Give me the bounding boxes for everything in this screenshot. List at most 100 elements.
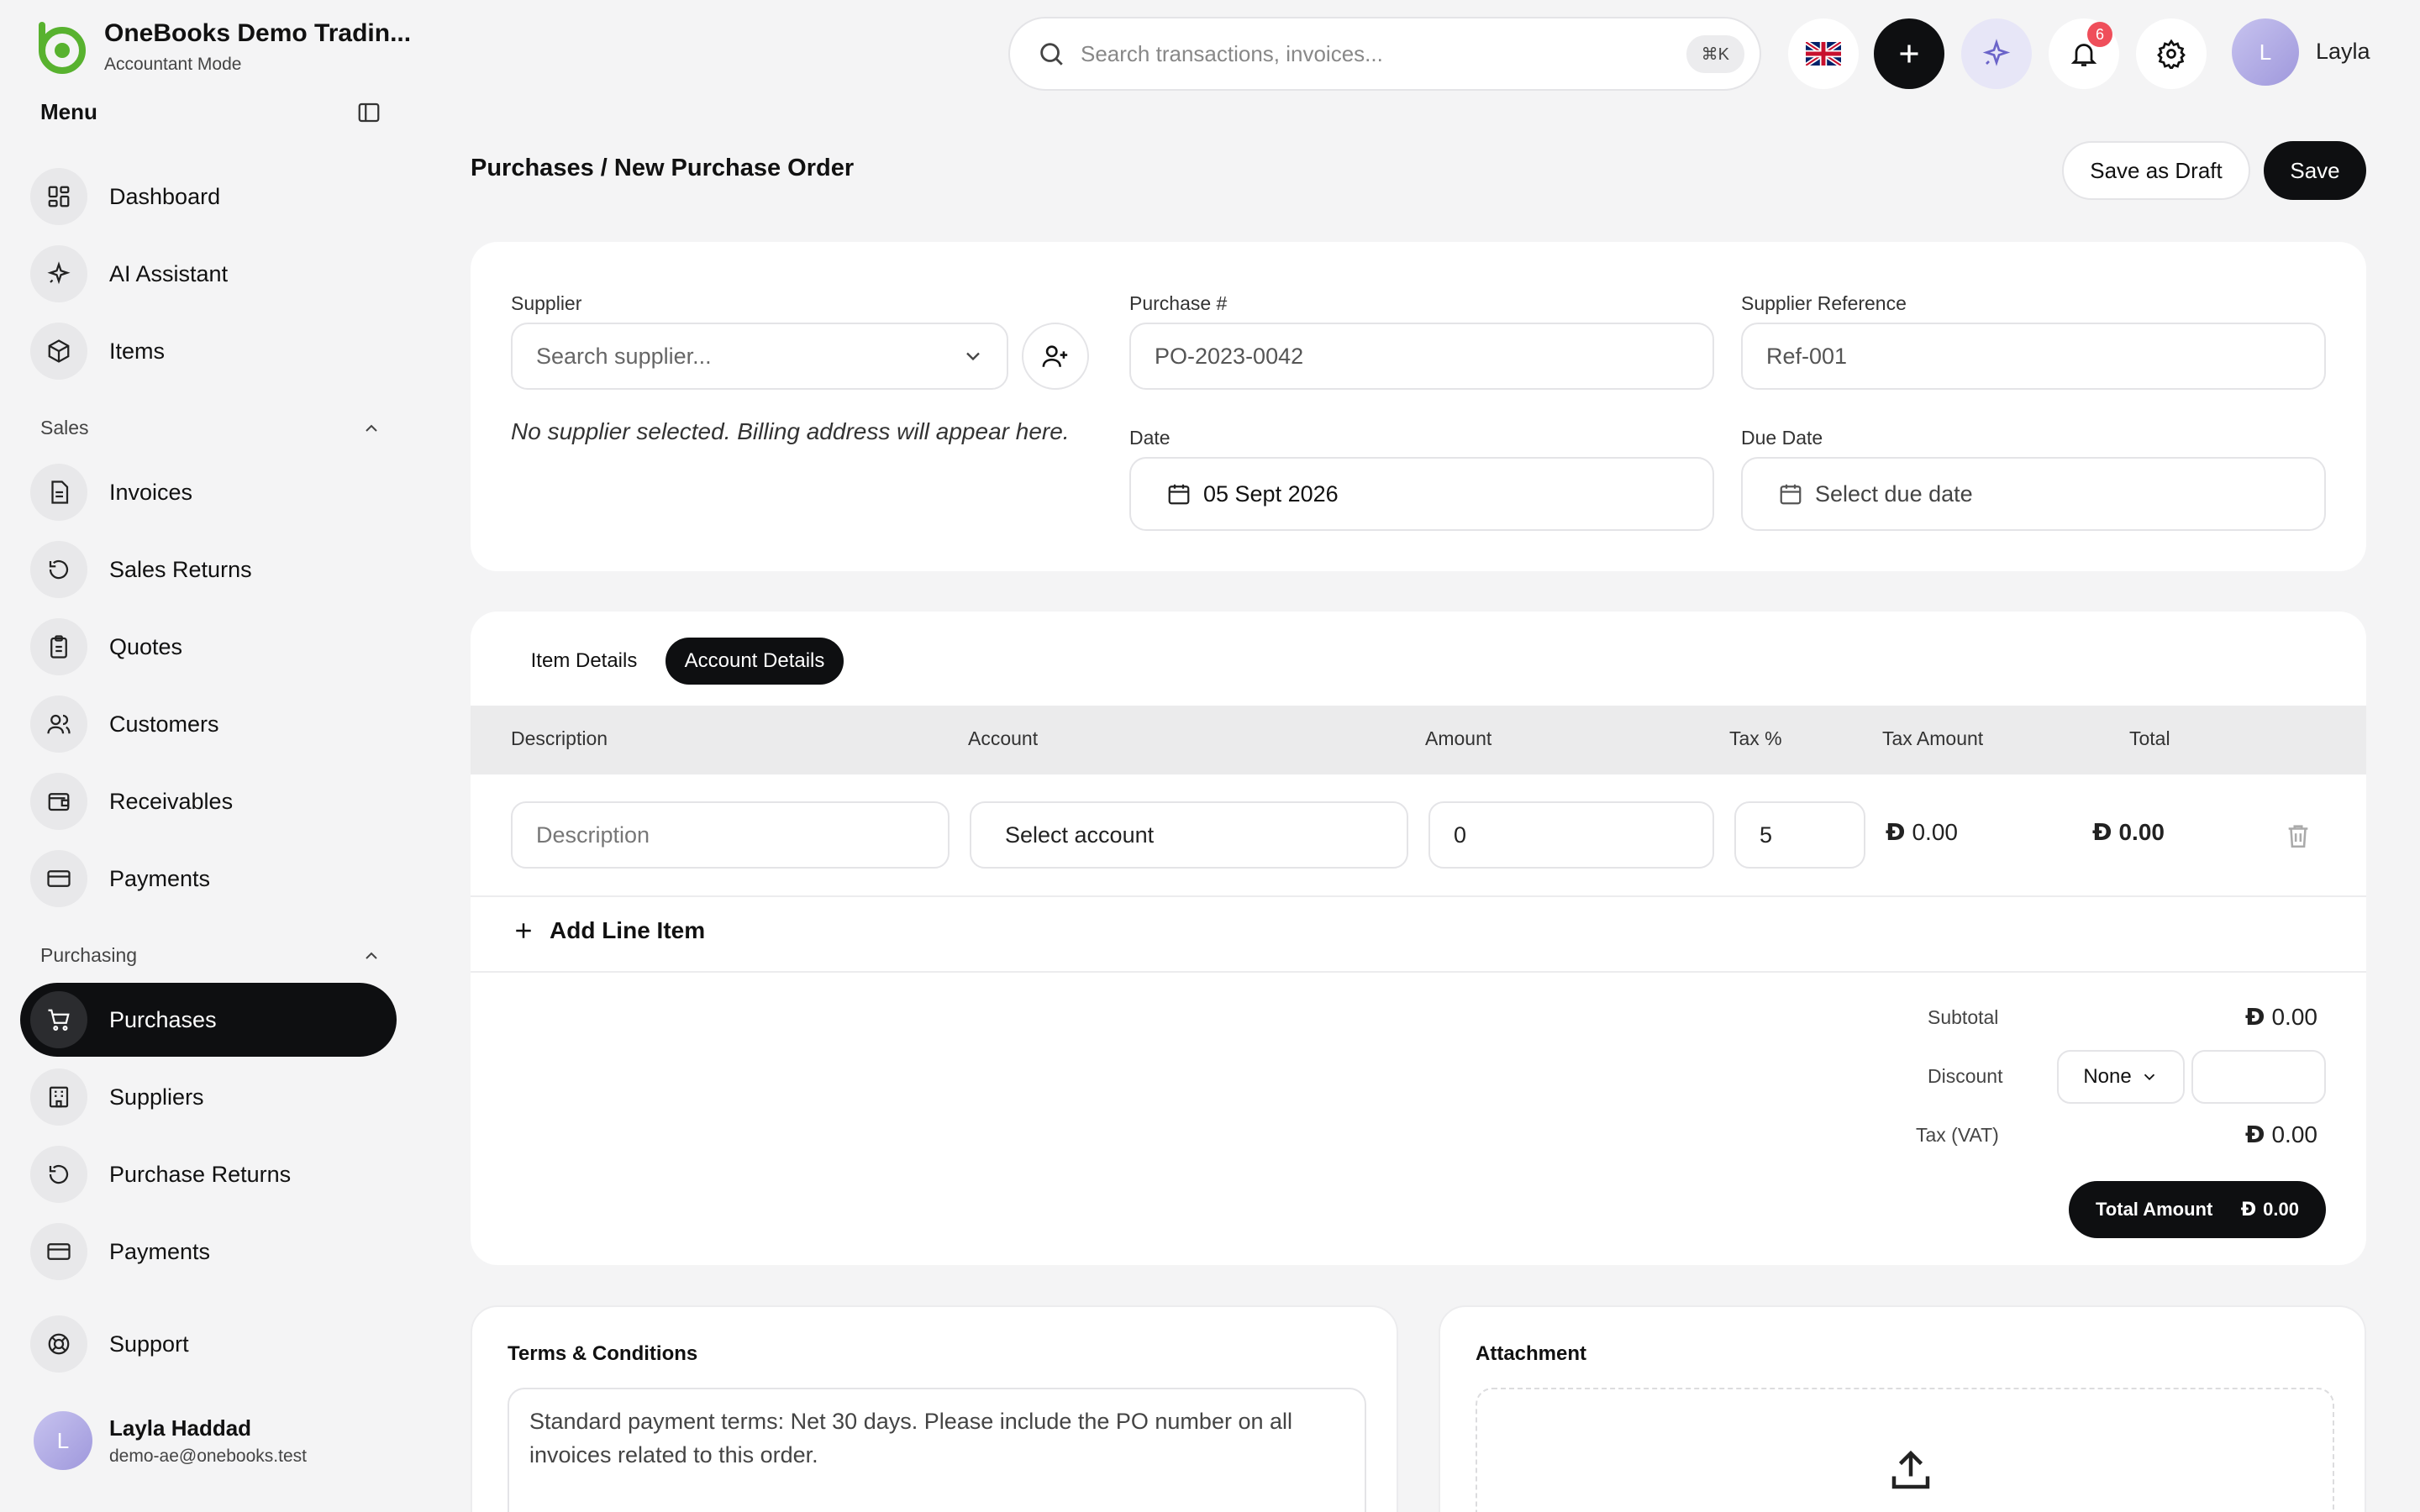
sidebar-item-purchases[interactable]: Purchases	[20, 983, 397, 1057]
sidebar-item-label: Payments	[109, 865, 211, 891]
date-picker[interactable]: 05 Sept 2026	[1129, 457, 1714, 531]
terms-textarea[interactable]: Standard payment terms: Net 30 days. Ple…	[508, 1388, 1366, 1512]
tab-item-details[interactable]: Item Details	[514, 638, 654, 685]
chevron-down-icon	[2144, 1074, 2154, 1081]
brand[interactable]: OneBooks Demo Tradin... Accountant Mode	[32, 18, 411, 76]
sidebar-collapse-icon[interactable]	[356, 100, 381, 125]
purchasing-section-header[interactable]: Purchasing	[40, 944, 381, 967]
building-icon	[49, 1086, 69, 1108]
avatar[interactable]: L	[2232, 18, 2299, 86]
purchase-number-value: PO-2023-0042	[1155, 343, 1304, 369]
create-new-button[interactable]	[1874, 18, 1944, 89]
sidebar-item-label: Suppliers	[109, 1084, 204, 1110]
tax-vat-number: 0.00	[2271, 1121, 2317, 1147]
sidebar-item-dashboard[interactable]: Dashboard	[20, 160, 397, 234]
ai-assistant-button[interactable]	[1961, 18, 2032, 89]
sidebar-item-purchase-payments[interactable]: Payments	[20, 1215, 397, 1289]
description-input[interactable]: Description	[511, 801, 950, 869]
tax-percent-input[interactable]: 5	[1734, 801, 1865, 869]
total-amount-value: Đ 0.00	[2241, 1199, 2299, 1221]
sidebar-item-quotes[interactable]: Quotes	[20, 610, 397, 684]
supplier-address-note: No supplier selected. Billing address wi…	[511, 418, 1070, 444]
search-input[interactable]	[1081, 40, 1635, 67]
user-profile[interactable]: L Layla Haddad demo-ae@onebooks.test	[34, 1411, 307, 1470]
currency-symbol: Đ	[2092, 818, 2112, 846]
language-button[interactable]	[1788, 18, 1859, 89]
sidebar-item-ai-assistant[interactable]: AI Assistant	[20, 237, 397, 311]
notifications-button[interactable]: 6	[2049, 18, 2119, 89]
section-label: Purchasing	[40, 944, 138, 966]
total-amount-label: Total Amount	[2096, 1199, 2213, 1220]
subtotal-value: Đ 0.00	[2245, 1003, 2317, 1031]
sidebar-item-label: Payments	[109, 1238, 211, 1264]
sidebar-item-sales-returns[interactable]: Sales Returns	[20, 533, 397, 606]
sparkle-icon	[47, 261, 71, 285]
save-button[interactable]: Save	[2264, 141, 2366, 200]
sidebar-item-customers[interactable]: Customers	[20, 687, 397, 761]
mode-label: Accountant Mode	[104, 55, 242, 74]
sidebar-item-sales-payments[interactable]: Payments	[20, 842, 397, 916]
due-date-picker[interactable]: Select due date	[1741, 457, 2326, 531]
document-icon	[51, 480, 69, 504]
sparkle-icon	[1982, 39, 2011, 66]
box-icon	[48, 339, 70, 363]
supplier-reference-value: Ref-001	[1766, 343, 1848, 369]
subtotal-label: Subtotal	[1928, 1006, 1999, 1028]
sidebar-item-receivables[interactable]: Receivables	[20, 764, 397, 838]
sidebar-item-items[interactable]: Items	[20, 314, 397, 388]
row-divider	[471, 895, 2366, 897]
date-value: 05 Sept 2026	[1203, 480, 1339, 507]
due-date-placeholder: Select due date	[1815, 480, 1973, 507]
uk-flag-icon	[1806, 42, 1841, 66]
sidebar-item-purchase-returns[interactable]: Purchase Returns	[20, 1137, 397, 1211]
discount-input[interactable]	[2191, 1050, 2326, 1104]
sales-section-header[interactable]: Sales	[40, 417, 381, 439]
amount-value: 0	[1454, 822, 1467, 848]
card-icon	[47, 1243, 71, 1260]
chevron-up-icon	[366, 952, 377, 959]
purchase-number-field[interactable]: PO-2023-0042	[1129, 323, 1714, 390]
attachment-card: Attachment	[1439, 1305, 2366, 1512]
sidebar-item-support[interactable]: Support	[20, 1307, 397, 1381]
discount-type-select[interactable]: None	[2057, 1050, 2185, 1104]
tax-amount-value: Đ 0.00	[1886, 818, 1958, 846]
currency-symbol: Đ	[2240, 1199, 2257, 1221]
terms-card: Terms & Conditions Standard payment term…	[471, 1305, 1398, 1512]
column-header-total: Total	[2129, 727, 2170, 749]
search-icon	[1040, 43, 1063, 66]
tab-account-details[interactable]: Account Details	[666, 638, 844, 685]
sidebar-item-label: Sales Returns	[109, 556, 252, 582]
card-icon	[47, 870, 71, 887]
sidebar-item-suppliers[interactable]: Suppliers	[20, 1060, 397, 1134]
amount-input[interactable]: 0	[1428, 801, 1714, 869]
add-supplier-button[interactable]	[1022, 323, 1089, 390]
tax-vat-value: Đ 0.00	[2245, 1121, 2317, 1148]
calendar-icon	[1168, 484, 1190, 505]
supplier-reference-field[interactable]: Ref-001	[1741, 323, 2326, 390]
plus-icon	[516, 923, 531, 938]
clipboard-icon	[50, 635, 67, 659]
row-total-number: 0.00	[2118, 818, 2165, 845]
shortcut-hint: ⌘K	[1686, 34, 1744, 73]
delete-row-icon[interactable]	[2284, 822, 2312, 850]
onebooks-logo-icon	[39, 22, 86, 74]
add-line-item-button[interactable]: Add Line Item	[511, 917, 705, 944]
dashboard-icon	[48, 186, 70, 207]
settings-button[interactable]	[2136, 18, 2207, 89]
global-search[interactable]: ⌘K	[1008, 17, 1761, 91]
users-icon	[47, 714, 71, 734]
top-user-name[interactable]: Layla	[2316, 39, 2370, 65]
discount-type-value: None	[2083, 1065, 2132, 1088]
sidebar-item-invoices[interactable]: Invoices	[20, 455, 397, 529]
save-draft-button[interactable]: Save as Draft	[2062, 141, 2250, 200]
chevron-down-icon	[966, 352, 980, 361]
breadcrumb: Purchases / New Purchase Order	[471, 155, 855, 181]
sidebar-item-label: Invoices	[109, 479, 193, 505]
supplier-select[interactable]: Search supplier...	[511, 323, 1008, 390]
attachment-dropzone[interactable]	[1476, 1388, 2334, 1512]
lifebuoy-icon	[48, 1333, 70, 1355]
date-label: Date	[1129, 427, 1171, 449]
account-select[interactable]: Select account	[970, 801, 1408, 869]
total-amount-number: 0.00	[2263, 1199, 2299, 1220]
sidebar-item-label: Receivables	[109, 788, 234, 814]
